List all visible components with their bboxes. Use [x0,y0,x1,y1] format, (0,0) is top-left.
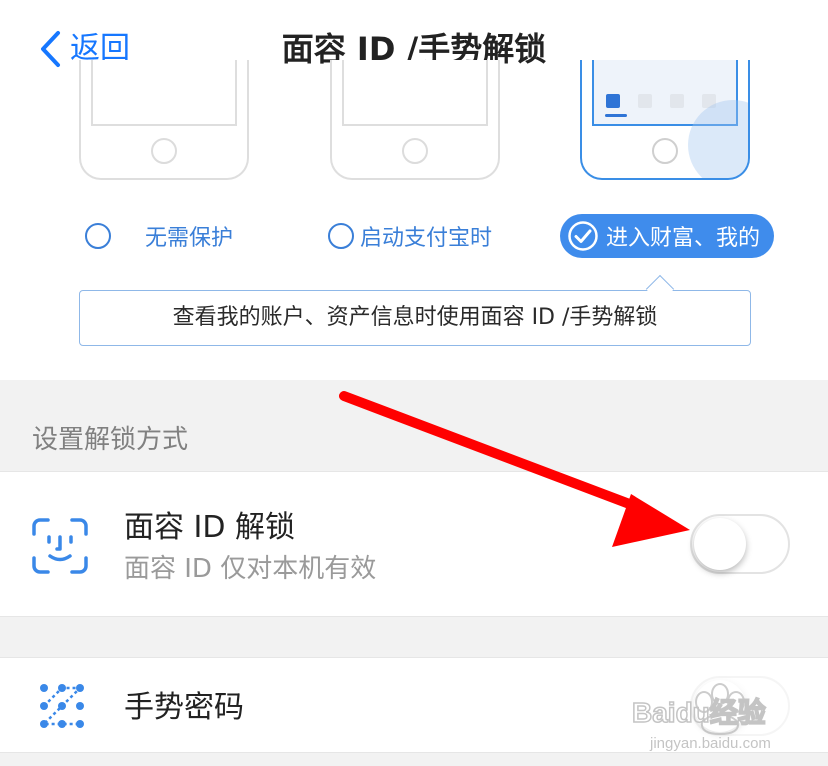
gesture-password-row[interactable]: 手势密码 [0,658,828,752]
section-header: 设置解锁方式 [32,425,189,455]
face-id-subtitle: 面容 ID 仅对本机有效 [124,554,377,584]
face-id-title: 面容 ID 解锁 [124,510,296,545]
phone-illustration-none [79,60,249,180]
radio-icon [328,223,354,249]
radio-icon [85,223,111,249]
description-callout: 查看我的账户、资产信息时使用面容 ID /手势解锁 [79,290,751,346]
option-wealth-mine[interactable]: 进入财富、我的 [560,214,775,258]
app-screen: 返回 面容 ID /手势解锁 无需保护 启动支付宝时 进入财富、我的 查看我的账… [0,0,828,766]
section-spacer [0,617,828,657]
gesture-toggle[interactable] [690,676,790,736]
phone-illustration-launch [330,60,500,180]
home-button-illustration [402,138,428,164]
mini-tab-bar [606,94,716,108]
toggle-knob [694,680,746,732]
face-id-icon [32,518,88,574]
face-id-toggle[interactable] [690,514,790,574]
face-id-row[interactable]: 面容 ID 解锁 面容 ID 仅对本机有效 [0,472,828,616]
gesture-grid-icon [40,684,84,728]
option-no-protection[interactable]: 无需保护 [85,214,233,258]
checkmark-circle-icon [568,221,598,251]
home-button-illustration [652,138,678,164]
toggle-knob [694,518,746,570]
option-on-launch[interactable]: 启动支付宝时 [328,214,492,258]
home-button-illustration [151,138,177,164]
gesture-title: 手势密码 [124,690,244,725]
phone-illustration-wealth [580,60,750,180]
